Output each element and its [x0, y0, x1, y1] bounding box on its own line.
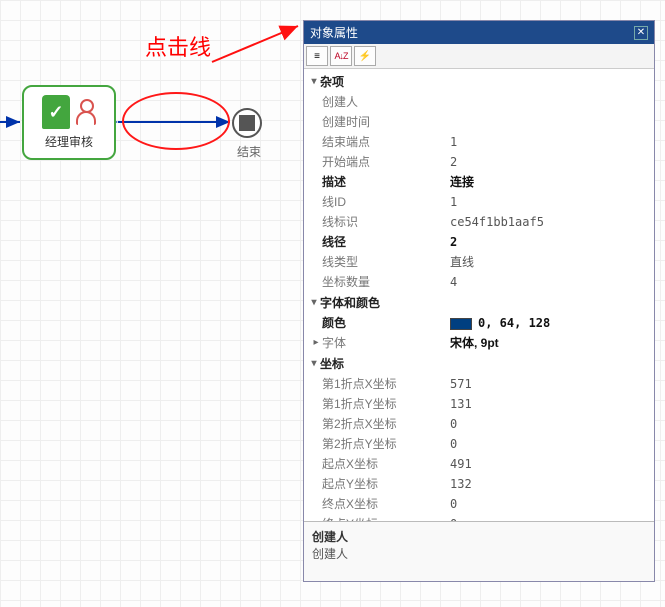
- category-misc-label: 杂项: [320, 73, 344, 90]
- prop-line-type: 线类型直线: [304, 252, 654, 272]
- caret-down-icon: ▾: [308, 76, 320, 87]
- task-node[interactable]: 经理审核: [22, 85, 116, 160]
- prop-p2y: 第2折点Y坐标0: [304, 434, 654, 454]
- properties-panel: 对象属性 ✕ ≡ A↓Z ⚡ ▾ 杂项 创建人 创建时间 结束端点1 开始端点2…: [303, 20, 655, 582]
- description-title: 创建人: [312, 528, 646, 545]
- end-node[interactable]: [232, 108, 262, 138]
- close-icon[interactable]: ✕: [634, 26, 648, 40]
- categorized-button[interactable]: ≡: [306, 46, 328, 66]
- color-value: 0, 64, 128: [478, 316, 550, 330]
- prop-startx: 起点X坐标491: [304, 454, 654, 474]
- annotation-text: 点击线: [145, 30, 211, 62]
- alpha-sort-button[interactable]: A↓Z: [330, 46, 352, 66]
- prop-coord-count: 坐标数量4: [304, 272, 654, 292]
- events-button[interactable]: ⚡: [354, 46, 376, 66]
- prop-description: 描述连接: [304, 172, 654, 192]
- prop-p1y: 第1折点Y坐标131: [304, 394, 654, 414]
- panel-titlebar[interactable]: 对象属性 ✕: [304, 21, 654, 44]
- description-pane: 创建人 创建人: [304, 521, 654, 581]
- prop-creator: 创建人: [304, 92, 654, 112]
- prop-p2x: 第2折点X坐标0: [304, 414, 654, 434]
- clipboard-check-icon: [42, 95, 70, 129]
- prop-color: 颜色 0, 64, 128: [304, 313, 654, 333]
- prop-line-width: 线径2: [304, 232, 654, 252]
- prop-p1x: 第1折点X坐标571: [304, 374, 654, 394]
- prop-end-endpoint: 结束端点1: [304, 132, 654, 152]
- prop-line-id: 线ID1: [304, 192, 654, 212]
- category-coord-label: 坐标: [320, 355, 344, 372]
- category-font-color[interactable]: ▾ 字体和颜色: [304, 292, 654, 313]
- panel-toolbar: ≡ A↓Z ⚡: [304, 44, 654, 69]
- caret-down-icon: ▾: [308, 358, 320, 369]
- prop-font: ▸ 字体 宋体, 9pt: [304, 333, 654, 353]
- category-font-label: 字体和颜色: [320, 294, 380, 311]
- prop-start-endpoint: 开始端点2: [304, 152, 654, 172]
- panel-title-text: 对象属性: [310, 24, 358, 41]
- task-node-label: 经理审核: [45, 133, 93, 150]
- prop-line-guid: 线标识ce54f1bb1aaf5: [304, 212, 654, 232]
- annotation-arrow: [212, 26, 298, 62]
- end-node-label: 结束: [232, 143, 266, 160]
- category-misc[interactable]: ▾ 杂项: [304, 71, 654, 92]
- description-body: 创建人: [312, 545, 646, 562]
- prop-createtime: 创建时间: [304, 112, 654, 132]
- prop-endy: 终点Y坐标0: [304, 514, 654, 521]
- person-icon: [76, 99, 96, 125]
- caret-right-icon[interactable]: ▸: [310, 334, 322, 352]
- prop-endx: 终点X坐标0: [304, 494, 654, 514]
- category-coord[interactable]: ▾ 坐标: [304, 353, 654, 374]
- caret-down-icon: ▾: [308, 297, 320, 308]
- prop-starty: 起点Y坐标132: [304, 474, 654, 494]
- annotation-ellipse: [122, 92, 230, 150]
- properties-grid[interactable]: ▾ 杂项 创建人 创建时间 结束端点1 开始端点2 描述连接 线ID1 线标识c…: [304, 69, 654, 521]
- color-swatch: [450, 318, 472, 330]
